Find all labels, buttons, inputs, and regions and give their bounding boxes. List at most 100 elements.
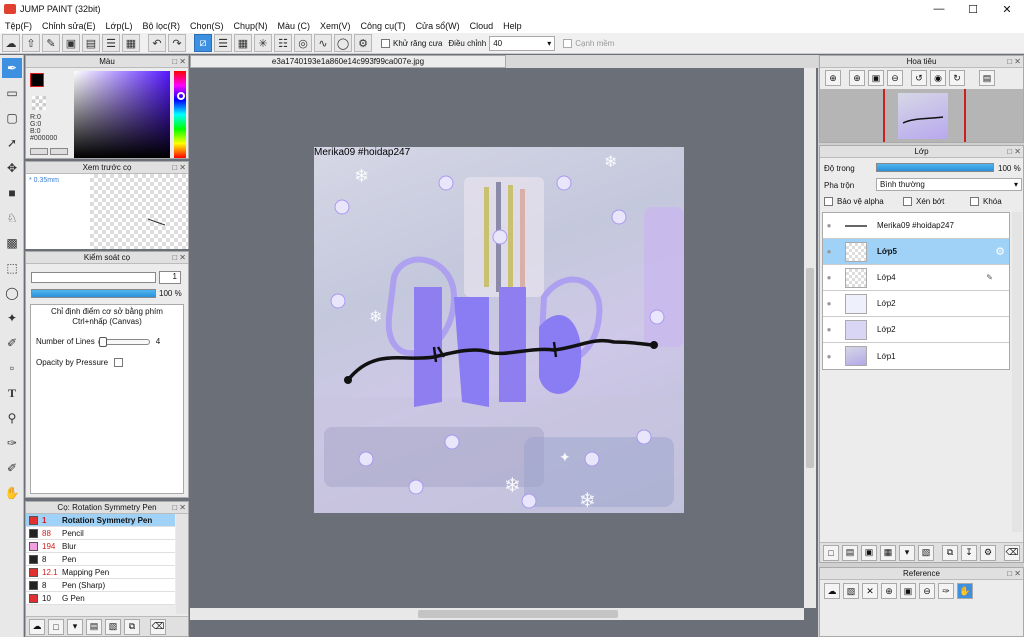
canvas-vertical-scrollbar[interactable] (804, 68, 816, 608)
menu-file[interactable]: Tệp(F) (0, 21, 37, 31)
zoom-tool-icon[interactable]: ⚲ (2, 408, 22, 428)
comment-icon[interactable]: ✎ (42, 34, 60, 52)
navigator-view[interactable] (820, 89, 1023, 142)
menu-filter[interactable]: Bộ lọc(R) (137, 21, 185, 31)
hand-tool-icon[interactable]: ✋ (2, 483, 22, 503)
foreground-swatch[interactable] (30, 73, 44, 87)
brush-menu-icon[interactable]: ▾ (67, 618, 83, 635)
fit-icon[interactable]: ▣ (900, 583, 916, 599)
zoom-in-icon[interactable]: ⊕ (825, 70, 841, 86)
gear-icon[interactable]: ⚙ (995, 245, 1005, 258)
magic-wand-tool-icon[interactable]: ✦ (2, 308, 22, 328)
snap-circle-icon[interactable]: ◎ (294, 34, 312, 52)
trash-icon[interactable]: ⌫ (150, 618, 166, 635)
menu-select[interactable]: Chọn(S) (185, 21, 229, 31)
fit-icon[interactable]: ▣ (868, 70, 884, 86)
move-tool-icon[interactable]: ✥ (2, 158, 22, 178)
brush-opacity-slider[interactable] (31, 289, 156, 298)
zoom-in-icon[interactable]: ⊕ (881, 583, 897, 599)
protect-alpha-checkbox[interactable] (824, 197, 833, 206)
brush-duplicate-icon[interactable]: ⧉ (124, 618, 140, 635)
snap-cross-icon[interactable]: ☷ (274, 34, 292, 52)
select-rect-tool-icon[interactable]: ⬚ (2, 258, 22, 278)
fill-rect-tool-icon[interactable]: ■ (2, 183, 22, 203)
saturation-value-field[interactable] (74, 71, 170, 158)
lasso-tool-icon[interactable]: ◯ (2, 283, 22, 303)
bucket-tool-icon[interactable]: ♘ (2, 208, 22, 228)
color-mode-button[interactable] (30, 148, 48, 155)
canvas-tab[interactable]: e3a1740193e1a860e14c993f99ca007e.jpg (190, 55, 506, 68)
lines-slider[interactable] (97, 336, 150, 347)
menu-cloud[interactable]: Cloud (465, 21, 499, 31)
menu-layer[interactable]: Lớp(L) (101, 21, 138, 31)
brush-cloud-icon[interactable]: ☁ (29, 618, 45, 635)
layer-row[interactable]: ● Lớp2 (823, 291, 1009, 317)
cloud-icon[interactable]: ☁ (2, 34, 20, 52)
snap-radial-icon[interactable]: ✳ (254, 34, 272, 52)
menu-window[interactable]: Cửa sổ(W) (411, 21, 465, 31)
brush-folder-icon[interactable]: ▧ (105, 618, 121, 635)
shape-tool-icon[interactable]: ▢ (2, 108, 22, 128)
canvas-image[interactable]: ❄ ❄ ❄ ❄ ❄ ✦ Merika09 #hoidap247 (314, 147, 684, 513)
layer-row[interactable]: ● Lớp2 (823, 317, 1009, 343)
hue-slider[interactable] (174, 71, 186, 158)
layer-list-scrollbar[interactable] (1012, 212, 1022, 532)
visibility-icon[interactable]: ● (823, 247, 835, 256)
color-history-button[interactable] (50, 148, 68, 155)
eyedropper-tool-icon[interactable]: ✑ (2, 433, 22, 453)
menu-help[interactable]: Help (498, 21, 527, 31)
brush-size-slider[interactable] (31, 272, 156, 283)
hue-handle[interactable] (177, 92, 185, 100)
zoom-out-icon[interactable]: ⊖ (919, 583, 935, 599)
gradient-tool-icon[interactable]: ▩ (2, 233, 22, 253)
new-halftone-layer-icon[interactable]: ▦ (880, 544, 896, 561)
soft-edge-checkbox[interactable] (563, 38, 573, 48)
blend-mode-select[interactable]: Bình thường ▾ (876, 178, 1022, 191)
chat-icon[interactable]: ▣ (62, 34, 80, 52)
layer-settings-icon[interactable]: ⚙ (980, 544, 996, 561)
undo-icon[interactable]: ↶ (148, 34, 166, 52)
brush-tool-icon[interactable]: ✒ (2, 58, 22, 78)
brush-size-value[interactable]: 1 (159, 271, 181, 284)
canvas-horizontal-scrollbar[interactable] (190, 608, 804, 620)
snap-curve-icon[interactable]: ∿ (314, 34, 332, 52)
layer-opacity-slider[interactable] (876, 163, 994, 172)
close-reference-icon[interactable]: ✕ (862, 583, 878, 599)
pressure-checkbox[interactable] (114, 358, 124, 367)
antialias-checkbox[interactable] (381, 38, 390, 48)
flip-icon[interactable]: ▤ (979, 70, 995, 86)
zoom-out-icon[interactable]: ⊖ (887, 70, 903, 86)
grid-layout-icon[interactable]: ▦ (122, 34, 140, 52)
duplicate-layer-icon[interactable]: ⧉ (942, 544, 958, 561)
select-pen-tool-icon[interactable]: ✐ (2, 333, 22, 353)
brush-list-scrollbar[interactable] (176, 514, 188, 614)
new-layer-1bit-icon[interactable]: ▣ (861, 544, 877, 561)
snap-ellipse-icon[interactable]: ◯ (334, 34, 352, 52)
brush-item[interactable]: 88 Pencil (26, 527, 175, 540)
page-icon[interactable]: ▤ (82, 34, 100, 52)
close-button[interactable]: ✕ (990, 0, 1024, 18)
brush-item[interactable]: 12.1 Mapping Pen (26, 566, 175, 579)
new-layer-8bit-icon[interactable]: ▤ (842, 544, 858, 561)
menu-capture[interactable]: Chụp(N) (229, 21, 273, 31)
layer-row[interactable]: ● Lớp5 ⚙ (823, 239, 1009, 265)
visibility-icon[interactable]: ● (823, 352, 835, 361)
export-icon[interactable]: ⇧ (22, 34, 40, 52)
visibility-icon[interactable]: ● (823, 221, 835, 230)
eyedropper-icon[interactable]: ✑ (938, 583, 954, 599)
layer-row[interactable]: ● Lớp4 ✎ (823, 265, 1009, 291)
lock-checkbox[interactable] (970, 197, 979, 206)
snap-off-icon[interactable]: ⧄ (194, 34, 212, 52)
clipping-checkbox[interactable] (903, 197, 912, 206)
text-tool-icon[interactable]: T (2, 383, 22, 403)
trash-icon[interactable]: ⌫ (1004, 544, 1020, 561)
layer-menu-icon[interactable]: ▾ (899, 544, 915, 561)
rotate-left-icon[interactable]: ↺ (911, 70, 927, 86)
menu-tools[interactable]: Công cụ(T) (356, 21, 411, 31)
brush-copy-icon[interactable]: ▤ (86, 618, 102, 635)
select-eraser-tool-icon[interactable]: ▫ (2, 358, 22, 378)
layer-row[interactable]: ● Merika09 #hoidap247 (823, 213, 1009, 239)
merge-layer-icon[interactable]: ↧ (961, 544, 977, 561)
brush-item[interactable]: 8 Pen (26, 553, 175, 566)
lines-slider-handle[interactable] (98, 336, 107, 347)
